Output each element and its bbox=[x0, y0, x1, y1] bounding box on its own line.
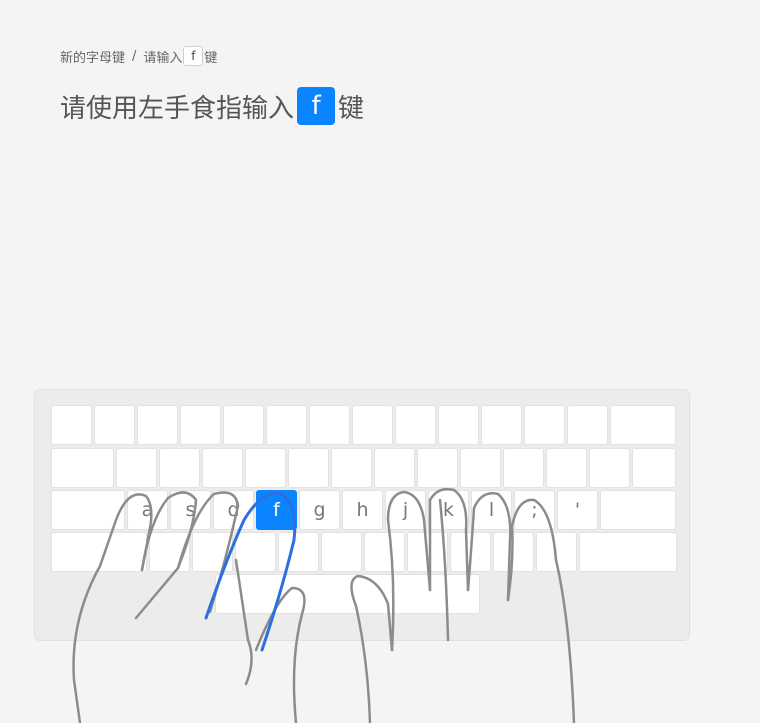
keyboard: a s d f g h j k l; ' bbox=[34, 389, 690, 641]
keyboard-key bbox=[395, 405, 436, 445]
keyboard-key bbox=[51, 490, 125, 530]
keyboard-key bbox=[202, 448, 243, 488]
key-l: l bbox=[471, 490, 512, 530]
key-k: k bbox=[428, 490, 469, 530]
keyboard-key bbox=[235, 532, 276, 572]
keyboard-key bbox=[524, 405, 565, 445]
keyboard-key bbox=[137, 405, 178, 445]
keyboard-key bbox=[245, 448, 286, 488]
key-space bbox=[215, 574, 480, 614]
keyboard-key bbox=[51, 405, 92, 445]
keyboard-key bbox=[223, 405, 264, 445]
keyboard-key bbox=[567, 405, 608, 445]
keyboard-key bbox=[278, 532, 319, 572]
keyboard-key bbox=[407, 532, 448, 572]
keyboard-key bbox=[331, 448, 372, 488]
keyboard-key bbox=[51, 532, 147, 572]
key-d: d bbox=[213, 490, 254, 530]
keyboard-key bbox=[288, 448, 329, 488]
keyboard-key bbox=[450, 532, 491, 572]
keyboard-key bbox=[321, 532, 362, 572]
keyboard-key bbox=[180, 405, 221, 445]
key-f-target: f bbox=[256, 490, 297, 530]
keyboard-key bbox=[460, 448, 501, 488]
keyboard-key bbox=[51, 448, 114, 488]
keyboard-key bbox=[192, 532, 233, 572]
keyboard-key bbox=[149, 532, 190, 572]
key-a: a bbox=[127, 490, 168, 530]
keyboard-key bbox=[266, 405, 307, 445]
keyboard-key bbox=[94, 405, 135, 445]
keyboard-key bbox=[374, 448, 415, 488]
key-j: j bbox=[385, 490, 426, 530]
key-semicolon: ; bbox=[514, 490, 555, 530]
title-key-badge: f bbox=[297, 87, 336, 125]
keyboard-key bbox=[481, 405, 522, 445]
key-s: s bbox=[170, 490, 211, 530]
keyboard-key bbox=[493, 532, 534, 572]
keyboard-key bbox=[116, 448, 157, 488]
breadcrumb-key-badge: f bbox=[183, 46, 204, 66]
keyboard-key bbox=[309, 405, 350, 445]
key-g: g bbox=[299, 490, 340, 530]
keyboard-key bbox=[610, 405, 676, 445]
keyboard-key bbox=[600, 490, 676, 530]
breadcrumb-parent[interactable]: 新的字母键 bbox=[60, 47, 125, 66]
page-title: 请使用左手食指输入 f 键 bbox=[60, 86, 364, 126]
keyboard-key bbox=[579, 532, 677, 572]
key-h: h bbox=[342, 490, 383, 530]
title-suffix: 键 bbox=[338, 93, 365, 124]
keyboard-key bbox=[417, 448, 458, 488]
breadcrumb-separator: / bbox=[132, 48, 137, 64]
keyboard-key bbox=[364, 532, 405, 572]
breadcrumb: 新的字母键 / 请输入 f 键 bbox=[60, 46, 217, 66]
breadcrumb-current-prefix: 请输入 bbox=[143, 50, 183, 66]
title-prefix: 请使用左手食指输入 bbox=[60, 93, 295, 124]
keyboard-key bbox=[632, 448, 676, 488]
keyboard-key bbox=[536, 532, 577, 572]
key-quote: ' bbox=[557, 490, 598, 530]
breadcrumb-current-suffix: 键 bbox=[204, 50, 218, 66]
keyboard-key bbox=[352, 405, 393, 445]
keyboard-key bbox=[159, 448, 200, 488]
keyboard-key bbox=[546, 448, 587, 488]
keyboard-key bbox=[438, 405, 479, 445]
keyboard-key bbox=[503, 448, 544, 488]
keyboard-key bbox=[589, 448, 630, 488]
